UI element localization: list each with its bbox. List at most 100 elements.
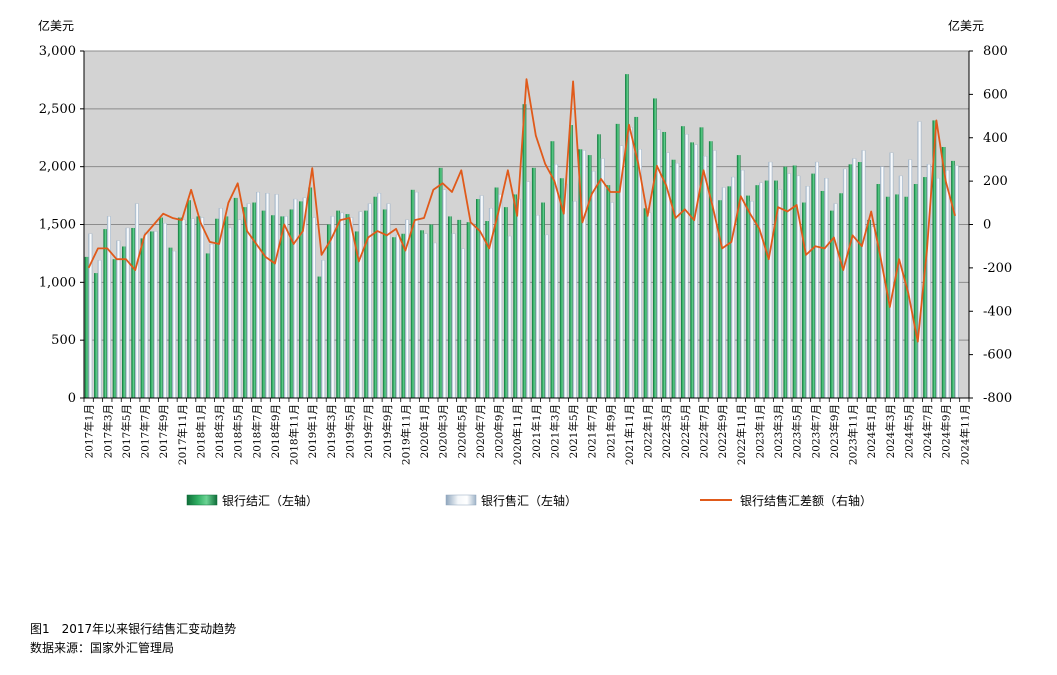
bar-settlement bbox=[941, 147, 946, 398]
bar-settlement bbox=[839, 193, 844, 398]
bar-sales bbox=[889, 152, 894, 399]
legend: 银行结汇（左轴） 银行售汇（左轴） 银行结售汇差额（右轴） bbox=[186, 493, 872, 508]
bar-sales bbox=[321, 260, 326, 399]
bar-settlement bbox=[252, 202, 257, 398]
bar-sales bbox=[610, 202, 615, 399]
bar-sales bbox=[954, 165, 959, 399]
x-tick-label: 2019年1月 bbox=[306, 404, 319, 458]
x-tick-label: 2018年1月 bbox=[194, 404, 207, 458]
bar-settlement bbox=[112, 259, 117, 398]
bar-sales bbox=[330, 216, 335, 399]
bar-sales bbox=[358, 211, 363, 399]
legend-label-balance: 银行结售汇差额（右轴） bbox=[740, 493, 872, 508]
legend-label-sales: 银行售汇（左轴） bbox=[481, 493, 577, 508]
x-tick-label: 2018年3月 bbox=[213, 404, 226, 458]
bar-sales bbox=[526, 181, 531, 399]
legend-swatch-settlement bbox=[186, 494, 218, 506]
bar-sales bbox=[898, 175, 903, 399]
x-tick-label: 2024年1月 bbox=[865, 404, 878, 458]
bar-settlement bbox=[848, 164, 853, 398]
x-tick-label: 2022年5月 bbox=[679, 404, 692, 458]
bar-sales bbox=[377, 193, 382, 399]
bar-sales bbox=[256, 191, 261, 399]
bar-sales bbox=[293, 198, 298, 399]
bar-sales bbox=[824, 178, 829, 399]
bar-sales bbox=[759, 182, 764, 399]
bar-sales bbox=[97, 260, 102, 399]
bar-settlement bbox=[187, 200, 191, 398]
bar-sales bbox=[507, 235, 512, 399]
bar-sales bbox=[637, 149, 642, 399]
x-tick-label: 2021年1月 bbox=[530, 404, 543, 458]
bar-settlement bbox=[857, 162, 862, 398]
left-tick-label: 2,000 bbox=[39, 160, 76, 175]
x-tick-label: 2021年3月 bbox=[548, 404, 561, 458]
bar-sales bbox=[870, 226, 875, 399]
bar-sales bbox=[274, 194, 279, 399]
bar-sales bbox=[237, 219, 242, 399]
bar-sales bbox=[451, 233, 456, 399]
x-tick-label: 2019年3月 bbox=[325, 404, 338, 458]
bar-settlement bbox=[699, 127, 704, 398]
bar-sales bbox=[479, 195, 484, 399]
right-tick-label: 800 bbox=[983, 44, 1008, 59]
bar-settlement bbox=[317, 276, 322, 398]
bar-sales bbox=[647, 212, 652, 399]
bar-settlement bbox=[811, 173, 816, 398]
bar-settlement bbox=[196, 216, 201, 398]
x-tick-label: 2023年7月 bbox=[809, 404, 822, 458]
bar-settlement bbox=[438, 167, 443, 398]
right-tick-label: 200 bbox=[983, 174, 1008, 189]
legend-label-settlement: 银行结汇（左轴） bbox=[222, 493, 318, 508]
bar-settlement bbox=[159, 217, 163, 398]
bar-settlement bbox=[802, 202, 806, 398]
bar-settlement bbox=[541, 202, 545, 398]
data-source: 数据来源：国家外汇管理局 bbox=[30, 641, 175, 655]
bar-sales bbox=[554, 164, 559, 399]
bar-sales bbox=[749, 201, 754, 399]
bar-settlement bbox=[876, 184, 881, 398]
bar-sales bbox=[582, 150, 587, 399]
right-axis: -800 -600 -400 -200 0 200 400 600 800 bbox=[968, 44, 1012, 406]
bar-sales bbox=[498, 194, 503, 399]
x-tick-label: 2024年5月 bbox=[902, 404, 915, 458]
x-tick-label: 2024年7月 bbox=[921, 404, 934, 458]
bar-settlement bbox=[951, 160, 955, 398]
x-tick-label: 2022年9月 bbox=[716, 404, 729, 458]
bar-sales bbox=[181, 219, 186, 399]
bar-settlement bbox=[671, 159, 676, 398]
bar-settlement bbox=[708, 141, 713, 398]
bar-sales bbox=[563, 183, 568, 399]
bar-settlement bbox=[261, 210, 266, 398]
bar-sales bbox=[125, 227, 130, 399]
bar-sales bbox=[731, 176, 736, 399]
x-tick-label: 2023年5月 bbox=[791, 404, 804, 458]
legend-swatch-sales bbox=[445, 494, 477, 506]
bar-settlement bbox=[215, 218, 219, 398]
bar-sales bbox=[414, 191, 419, 399]
bar-settlement bbox=[727, 186, 732, 398]
bar-settlement bbox=[168, 247, 173, 398]
right-tick-label: 0 bbox=[983, 218, 991, 233]
x-tick-label: 2022年1月 bbox=[642, 404, 655, 458]
bar-sales bbox=[311, 217, 316, 399]
x-tick-label: 2020年7月 bbox=[474, 404, 487, 458]
right-tick-label: -800 bbox=[983, 391, 1012, 406]
x-tick-label: 2019年5月 bbox=[344, 404, 357, 458]
x-tick-label: 2018年11月 bbox=[288, 404, 301, 465]
bar-settlement bbox=[569, 125, 573, 398]
bar-settlement bbox=[466, 222, 471, 398]
left-tick-label: 1,000 bbox=[39, 275, 76, 290]
x-tick-label: 2017年1月 bbox=[83, 404, 96, 458]
bar-settlement bbox=[820, 190, 825, 398]
bar-settlement bbox=[103, 229, 108, 398]
bar-settlement bbox=[243, 207, 247, 398]
x-tick-label: 2019年11月 bbox=[399, 404, 412, 465]
x-tick-label: 2024年3月 bbox=[884, 404, 897, 458]
bar-sales bbox=[209, 244, 214, 399]
x-tick-label: 2017年5月 bbox=[120, 404, 133, 458]
bar-sales bbox=[535, 215, 540, 399]
bar-settlement bbox=[429, 224, 434, 398]
bar-settlement bbox=[783, 166, 788, 398]
bar-sales bbox=[908, 159, 913, 399]
